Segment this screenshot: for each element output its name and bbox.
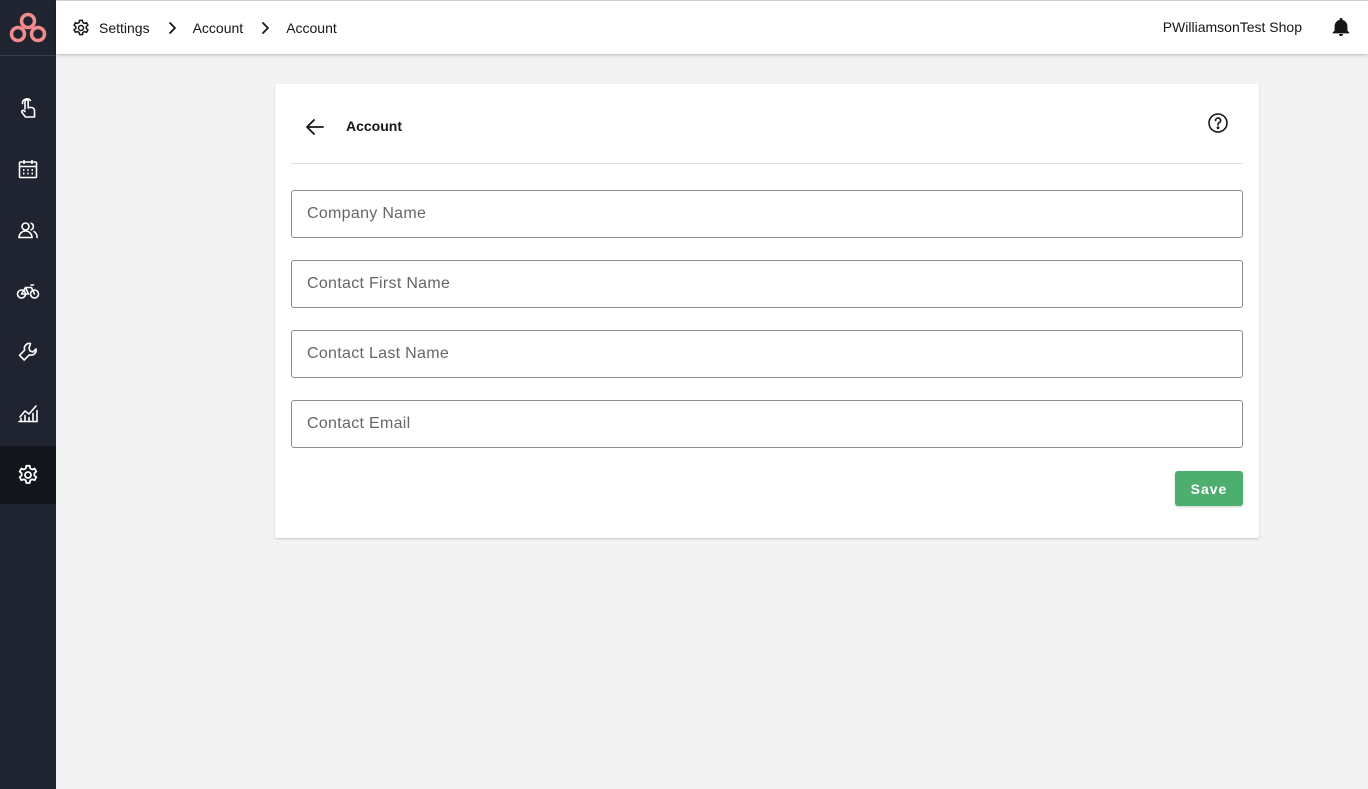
- help-circle-icon[interactable]: [1206, 111, 1230, 135]
- sidebar-item-analytics[interactable]: [0, 384, 56, 442]
- calendar-icon: [18, 160, 38, 179]
- top-bar: Settings Account Account PWilliamsonTest…: [56, 0, 1368, 54]
- breadcrumb-settings[interactable]: Settings: [99, 20, 150, 36]
- company-name-input[interactable]: [291, 190, 1243, 238]
- contact-last-name-input[interactable]: [291, 330, 1243, 378]
- sidebar-item-calendar[interactable]: [0, 140, 56, 198]
- save-button[interactable]: Save: [1175, 471, 1243, 506]
- account-card: Account Save: [275, 84, 1259, 538]
- breadcrumb: Settings Account Account: [71, 18, 337, 38]
- page-title: Account: [346, 118, 402, 134]
- sidebar-item-customers[interactable]: [0, 201, 56, 259]
- sidebar: [0, 0, 56, 789]
- wrench-icon: [18, 342, 37, 361]
- sidebar-item-touch[interactable]: [0, 79, 56, 137]
- brand-logo-icon: [9, 12, 47, 42]
- gear-icon: [71, 18, 91, 38]
- contact-first-name-input[interactable]: [291, 260, 1243, 308]
- sidebar-item-bikes[interactable]: [0, 262, 56, 320]
- analytics-icon: [18, 405, 38, 423]
- bicycle-icon: [16, 284, 40, 299]
- breadcrumb-current: Account: [286, 19, 337, 36]
- chevron-right-icon: [255, 18, 275, 38]
- breadcrumb-account[interactable]: Account: [193, 20, 244, 36]
- sidebar-item-settings[interactable]: [0, 446, 56, 504]
- brand-logo[interactable]: [0, 0, 56, 56]
- arrow-left-icon[interactable]: [303, 115, 327, 139]
- shop-name[interactable]: PWilliamsonTest Shop: [1163, 19, 1302, 35]
- customers-icon: [18, 222, 38, 239]
- settings-icon: [18, 464, 38, 484]
- chevron-right-icon: [162, 18, 182, 38]
- bell-icon[interactable]: [1330, 16, 1352, 38]
- sidebar-item-services[interactable]: [0, 323, 56, 381]
- card-header: Account: [291, 84, 1243, 164]
- contact-email-input[interactable]: [291, 400, 1243, 448]
- touch-icon: [20, 98, 36, 118]
